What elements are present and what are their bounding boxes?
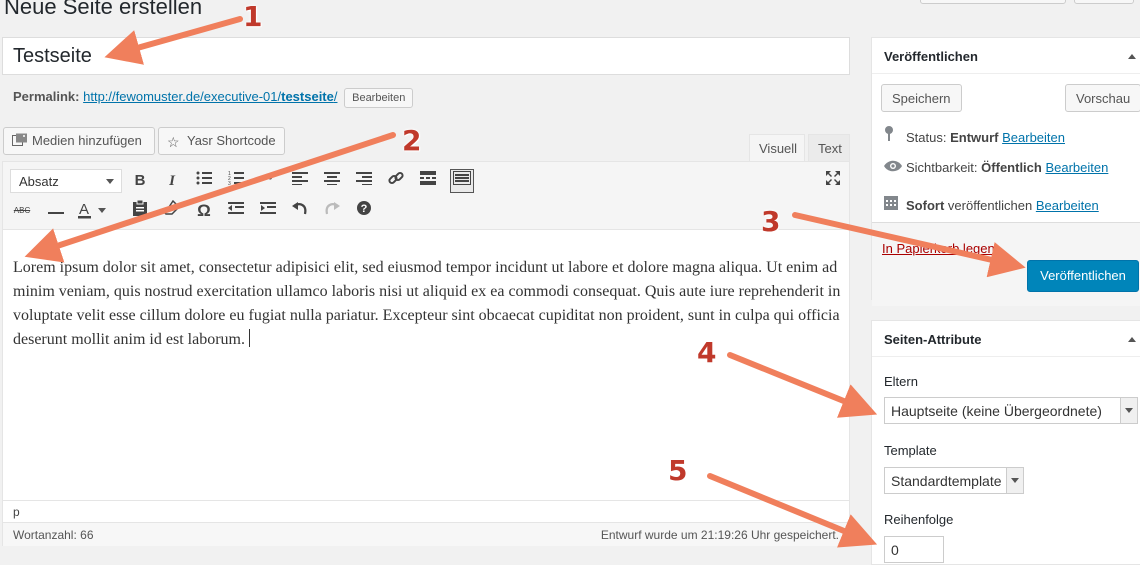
yasr-shortcode-button[interactable]: ☆ Yasr Shortcode bbox=[158, 127, 285, 155]
svg-text:A: A bbox=[79, 201, 89, 218]
help-icon[interactable]: ? bbox=[353, 200, 375, 222]
save-draft-button[interactable]: Speichern bbox=[881, 84, 962, 112]
blockquote-icon[interactable]: “ bbox=[257, 170, 279, 192]
add-media-button[interactable]: Medien hinzufügen bbox=[3, 127, 155, 155]
chevron-down-icon bbox=[1120, 398, 1137, 423]
format-select[interactable]: Absatz bbox=[10, 169, 122, 193]
page-title: Neue Seite erstellen bbox=[4, 0, 203, 19]
order-label: Reihenfolge bbox=[884, 512, 954, 527]
publish-box: Veröffentlichen Speichern Vorschau Statu… bbox=[871, 37, 1140, 306]
word-count: Wortanzahl: 66 bbox=[13, 528, 94, 542]
align-left-icon[interactable] bbox=[289, 170, 311, 192]
preview-button[interactable]: Vorschau bbox=[1065, 84, 1140, 112]
permalink-url[interactable]: http://fewomuster.de/executive-01/testse… bbox=[83, 89, 337, 104]
parent-label: Eltern bbox=[884, 374, 918, 389]
align-center-icon[interactable] bbox=[321, 170, 343, 192]
publish-actions: In Papierkorb legen Veröffentlichen bbox=[872, 222, 1140, 306]
editor: Absatz B I 123 “ ABC A Ω ? Lorem ipsum d… bbox=[2, 161, 850, 546]
title-input[interactable]: Testseite bbox=[13, 45, 92, 68]
edit-visibility-link[interactable]: Bearbeiten bbox=[1045, 160, 1108, 175]
svg-text:3: 3 bbox=[228, 181, 231, 185]
permalink-slug[interactable]: testseite bbox=[281, 89, 334, 104]
text-color-icon[interactable]: A bbox=[77, 200, 107, 222]
chevron-down-icon bbox=[1006, 468, 1023, 493]
special-character-icon[interactable]: Ω bbox=[193, 200, 215, 222]
annotation-number-5: 5 bbox=[668, 454, 688, 487]
numbered-list-icon[interactable]: 123 bbox=[225, 170, 247, 192]
permalink-label: Permalink: bbox=[13, 89, 80, 104]
status-row: Status: Entwurf Bearbeiten bbox=[884, 126, 1065, 145]
element-path[interactable]: p bbox=[3, 500, 849, 522]
toolbar-toggle-icon[interactable] bbox=[450, 169, 474, 193]
link-icon[interactable] bbox=[385, 170, 407, 192]
italic-icon[interactable]: I bbox=[161, 170, 183, 192]
annotation-number-4: 4 bbox=[697, 336, 717, 369]
publish-box-header[interactable]: Veröffentlichen bbox=[872, 38, 1140, 74]
parent-select[interactable]: Hauptseite (keine Übergeordnete) bbox=[884, 397, 1138, 424]
fullscreen-icon[interactable] bbox=[822, 170, 844, 192]
annotation-number-2: 2 bbox=[402, 124, 422, 157]
edit-status-link[interactable]: Bearbeiten bbox=[1002, 130, 1065, 145]
autosave-status: Entwurf wurde um 21:19:26 Uhr gespeicher… bbox=[600, 528, 839, 542]
text-cursor bbox=[248, 329, 250, 347]
bullet-list-icon[interactable] bbox=[193, 170, 215, 192]
media-icon bbox=[12, 133, 27, 147]
horizontal-line-icon[interactable] bbox=[45, 200, 67, 222]
collapse-icon[interactable] bbox=[1128, 54, 1136, 59]
template-label: Template bbox=[884, 443, 937, 458]
visibility-row: Sichtbarkeit: Öffentlich Bearbeiten bbox=[884, 160, 1108, 175]
star-icon: ☆ bbox=[167, 134, 180, 150]
align-right-icon[interactable] bbox=[353, 170, 375, 192]
read-more-icon[interactable] bbox=[417, 170, 439, 192]
annotation-number-3: 3 bbox=[761, 205, 781, 238]
tab-text[interactable]: Text bbox=[808, 134, 850, 162]
undo-icon[interactable] bbox=[289, 200, 311, 222]
annotation-number-1: 1 bbox=[243, 0, 263, 33]
pin-icon bbox=[884, 126, 900, 145]
outdent-icon[interactable] bbox=[225, 200, 247, 222]
strikethrough-icon[interactable]: ABC bbox=[11, 200, 33, 222]
page-attributes-box: Seiten-Attribute Eltern Hauptseite (kein… bbox=[871, 320, 1140, 565]
svg-text:?: ? bbox=[361, 203, 368, 215]
editor-toolbar: Absatz B I 123 “ ABC A Ω ? bbox=[3, 162, 849, 230]
permalink-row: Permalink: http://fewomuster.de/executiv… bbox=[13, 88, 414, 108]
editor-content[interactable]: Lorem ipsum dolor sit amet, consectetur … bbox=[13, 256, 843, 352]
edit-schedule-link[interactable]: Bearbeiten bbox=[1036, 198, 1099, 213]
clear-formatting-icon[interactable] bbox=[161, 199, 183, 222]
title-field[interactable]: Testseite bbox=[2, 37, 850, 75]
move-to-trash-link[interactable]: In Papierkorb legen bbox=[882, 241, 995, 256]
schedule-row: Sofort veröffentlichen Bearbeiten bbox=[884, 194, 1099, 213]
bold-icon[interactable]: B bbox=[129, 170, 151, 192]
help-button[interactable] bbox=[1074, 0, 1134, 4]
indent-icon[interactable] bbox=[257, 200, 279, 222]
permalink-edit-button[interactable]: Bearbeiten bbox=[344, 88, 414, 108]
screen-options-button[interactable] bbox=[920, 0, 1066, 4]
template-select[interactable]: Standardtemplate bbox=[884, 467, 1024, 494]
paste-text-icon[interactable] bbox=[129, 199, 151, 222]
calendar-icon bbox=[884, 194, 900, 213]
editor-status-bar: Wortanzahl: 66 Entwurf wurde um 21:19:26… bbox=[3, 522, 849, 546]
publish-button[interactable]: Veröffentlichen bbox=[1027, 260, 1139, 292]
eye-icon bbox=[884, 160, 902, 175]
redo-icon[interactable] bbox=[321, 200, 343, 222]
tab-visual[interactable]: Visuell bbox=[749, 134, 805, 162]
page-attributes-header[interactable]: Seiten-Attribute bbox=[872, 321, 1140, 357]
chevron-down-icon bbox=[106, 179, 114, 184]
collapse-icon[interactable] bbox=[1128, 337, 1136, 342]
order-input[interactable]: 0 bbox=[884, 536, 944, 563]
